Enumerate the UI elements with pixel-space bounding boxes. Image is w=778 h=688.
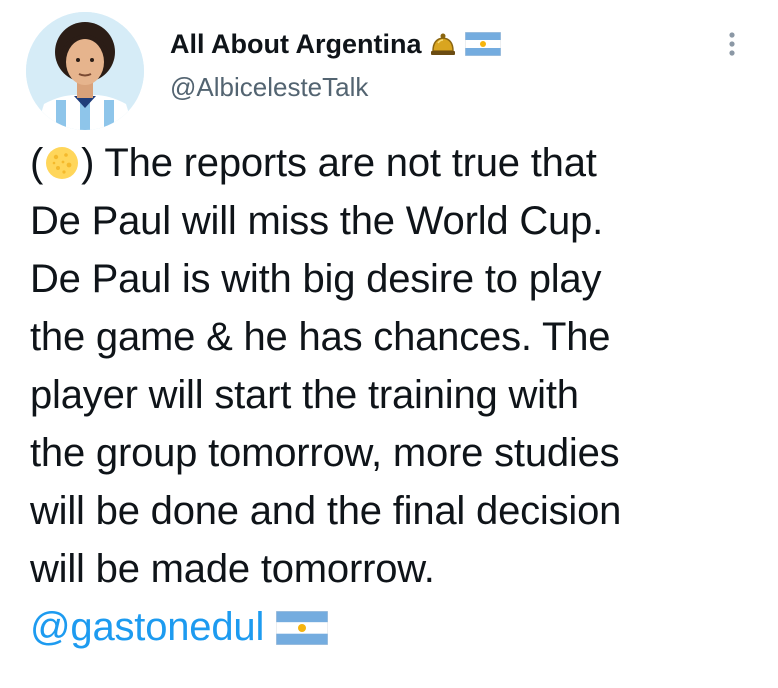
tweet-text: () The reports are not true that De Paul… <box>30 134 765 656</box>
argentina-flag-icon <box>275 603 329 661</box>
tweet-card[interactable]: All About Argentina @AlbicelesteTalk ()… <box>0 0 778 688</box>
author-name[interactable]: All About Argentina <box>170 29 421 60</box>
tweet-line: player will start the training with <box>30 373 579 417</box>
tweet-line: will be done and the final decision <box>30 489 622 533</box>
bell-icon <box>429 31 457 57</box>
tweet-line: De Paul is with big desire to play <box>30 257 602 301</box>
tweet-line: () The reports are not true that <box>30 134 765 192</box>
more-options-button[interactable] <box>718 24 746 64</box>
tweet-line: De Paul will miss the World Cup. <box>30 199 604 243</box>
author-name-row: All About Argentina <box>170 26 502 62</box>
argentina-flag-icon <box>465 32 502 56</box>
tweet-line: will be made tomorrow. <box>30 547 435 591</box>
yellow-circle-icon <box>44 139 80 197</box>
author-handle[interactable]: @AlbicelesteTalk <box>170 72 368 103</box>
avatar[interactable] <box>26 12 144 130</box>
tweet-line: the group tomorrow, more studies <box>30 431 620 475</box>
mention-link[interactable]: @gastonedul <box>30 605 264 649</box>
more-dots-icon <box>729 32 735 56</box>
tweet-line: the game & he has chances. The <box>30 315 611 359</box>
mention-line: @gastonedul <box>30 598 765 656</box>
avatar-portrait-icon <box>26 12 144 130</box>
